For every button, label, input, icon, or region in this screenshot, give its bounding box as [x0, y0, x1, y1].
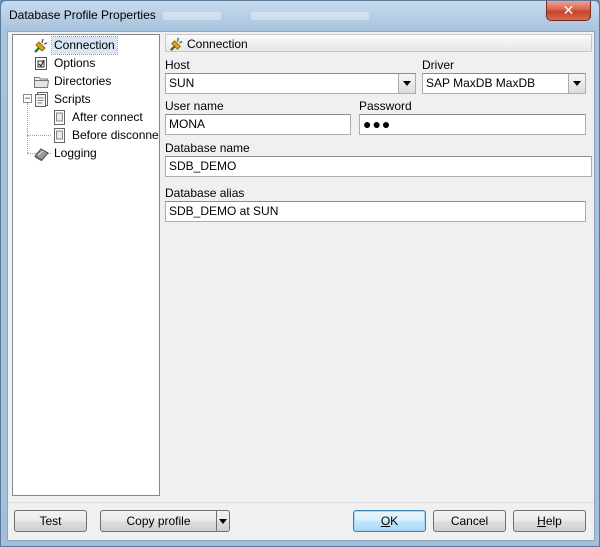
user-name-field[interactable]: MONA [165, 114, 351, 135]
host-label: Host [165, 58, 190, 72]
database-name-label: Database name [165, 141, 250, 155]
database-name-value: SDB_DEMO [169, 159, 237, 173]
help-button[interactable]: Help [513, 510, 586, 532]
driver-dropdown-button[interactable] [568, 74, 585, 93]
password-field[interactable]: ●●● [359, 114, 586, 135]
database-name-field[interactable]: SDB_DEMO [165, 156, 592, 177]
database-alias-label: Database alias [165, 186, 245, 200]
dialog-window: Database Profile Properties ✕ − Connecti… [0, 0, 600, 547]
panel-header: Connection [165, 34, 592, 52]
connection-panel: Connection Host SUN Driver SAP MaxDB Max… [165, 34, 592, 496]
folder-icon [33, 73, 50, 90]
tree-item-label: Connection [51, 36, 118, 55]
tree-item-label: Options [54, 56, 96, 70]
tree-connector [27, 135, 51, 136]
tree-connector [27, 103, 28, 153]
tree-item-label: Before disconnect [72, 128, 159, 142]
title-bar-background-blur [251, 12, 369, 20]
password-value: ●●● [363, 116, 392, 132]
navigation-tree[interactable]: − Connection Options Directories Scripts… [12, 34, 160, 496]
tree-item-directories[interactable]: Directories [33, 73, 157, 90]
close-button[interactable]: ✕ [546, 1, 591, 21]
copy-profile-dropdown-button[interactable] [216, 510, 230, 532]
database-alias-value: SDB_DEMO at SUN [169, 204, 279, 218]
tree-item-label: Scripts [54, 92, 91, 106]
user-name-value: MONA [169, 117, 205, 131]
window-title: Database Profile Properties [9, 8, 156, 22]
test-button[interactable]: Test [14, 510, 87, 532]
tree-item-scripts[interactable]: Scripts [33, 91, 157, 108]
tree-item-label: After connect [72, 110, 143, 124]
driver-combobox[interactable]: SAP MaxDB MaxDB [422, 73, 586, 94]
password-label: Password [359, 99, 412, 113]
scripts-icon [33, 91, 50, 108]
database-alias-field[interactable]: SDB_DEMO at SUN [165, 201, 586, 222]
title-bar-background-blur [163, 12, 221, 20]
host-dropdown-button[interactable] [398, 74, 415, 93]
scripts-collapse-toggle[interactable]: − [23, 94, 32, 103]
help-mnemonic: H [537, 514, 546, 528]
script-page-icon [51, 109, 68, 126]
options-checkbox-icon [33, 55, 50, 72]
ok-button[interactable]: OK [353, 510, 426, 532]
dialog-client-area: − Connection Options Directories Scripts… [7, 31, 595, 541]
driver-label: Driver [422, 58, 454, 72]
cancel-button[interactable]: Cancel [433, 510, 506, 532]
driver-value: SAP MaxDB MaxDB [426, 76, 536, 90]
help-label-rest: elp [545, 514, 562, 528]
host-combobox[interactable]: SUN [165, 73, 416, 94]
connection-plug-icon [169, 36, 185, 52]
tree-item-connection[interactable]: Connection [33, 36, 157, 55]
tree-item-label: Directories [54, 74, 112, 88]
tree-item-options[interactable]: Options [33, 55, 157, 72]
user-name-label: User name [165, 99, 224, 113]
ok-mnemonic: O [380, 514, 391, 528]
tree-item-logging[interactable]: Logging [33, 145, 157, 162]
copy-profile-button[interactable]: Copy profile [100, 510, 217, 532]
connection-plug-icon [33, 37, 50, 54]
host-value: SUN [169, 76, 195, 90]
tree-item-after-connect[interactable]: After connect [51, 109, 159, 126]
button-bar-separator [8, 502, 594, 503]
logging-book-icon [33, 145, 50, 162]
panel-header-title: Connection [187, 37, 248, 51]
tree-item-before-disconnect[interactable]: Before disconnect [51, 127, 159, 144]
script-page-icon [51, 127, 68, 144]
tree-item-label: Logging [54, 146, 97, 160]
ok-label-rest: K [390, 514, 399, 528]
